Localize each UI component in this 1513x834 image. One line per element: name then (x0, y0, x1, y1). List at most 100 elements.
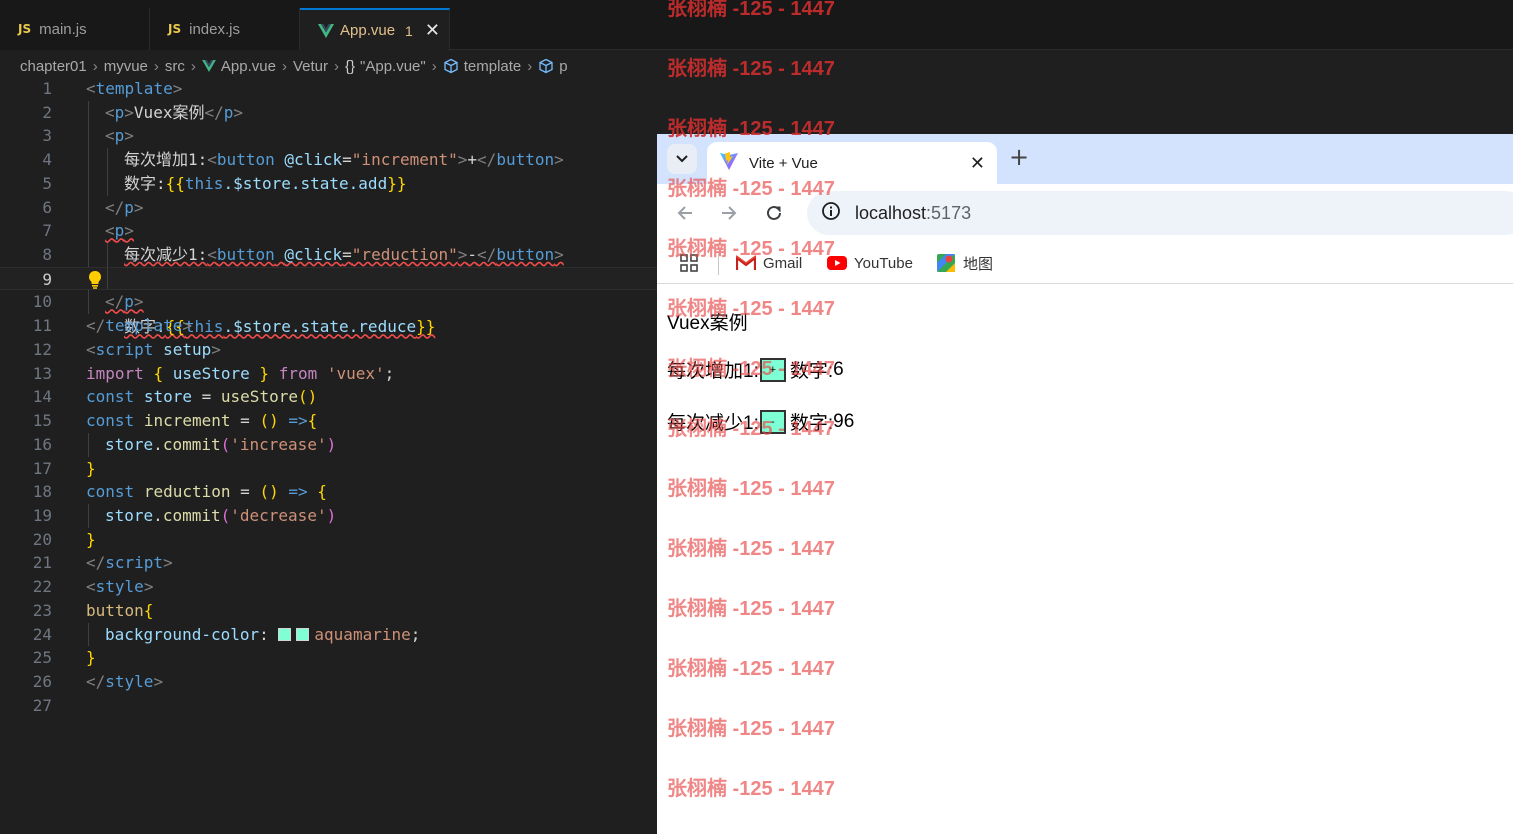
line-number: 11 (32, 316, 52, 336)
line-number: 26 (32, 671, 52, 691)
lightbulb-icon[interactable] (87, 270, 105, 290)
cube-icon (538, 58, 554, 74)
line-number: 17 (32, 458, 52, 478)
decrement-row: 每次减少1: - 数字: 96 (667, 408, 854, 435)
bookmark-label: 地图 (963, 255, 994, 273)
new-tab-button[interactable]: + (1009, 145, 1029, 169)
close-tab-icon[interactable]: ✕ (425, 20, 440, 41)
javascript-file-icon: JS (168, 22, 182, 36)
decrement-count: 96 (833, 410, 855, 432)
code-line: 19 store.commit('decrease') (0, 503, 657, 528)
tab-index-js[interactable]: JS index.js (150, 8, 300, 50)
code-line: 5 数字:{{this.$store.state.add}} (0, 171, 657, 196)
line-number: 5 (42, 173, 52, 193)
cube-icon (443, 58, 459, 74)
bookmarks-divider (718, 253, 719, 275)
line-number: 12 (32, 339, 52, 359)
chevron-right-icon: › (281, 57, 287, 75)
line-number: 1 (42, 79, 52, 98)
browser-tab[interactable]: Vite + Vue ✕ (707, 142, 997, 184)
count-label: 数字: (789, 413, 834, 434)
chevron-down-icon (676, 155, 688, 163)
back-button[interactable] (674, 202, 696, 224)
page-heading: Vuex案例 (667, 313, 748, 334)
line-number: 7 (42, 221, 52, 241)
code-line: 2 <p>Vuex案例</p> (0, 100, 657, 125)
code-line: 13 import { useStore } from 'vuex'; (0, 362, 657, 386)
breadcrumb-item[interactable]: src (165, 58, 185, 75)
tab-search-button[interactable] (667, 144, 697, 174)
line-number: 25 (32, 648, 52, 668)
code-line: 24 background-color: aquamarine; (0, 622, 657, 647)
code-line: 22 <style> (0, 575, 657, 599)
browser-tab-title: Vite + Vue (749, 154, 818, 172)
problem-count-badge: 1 (405, 22, 413, 39)
code-line: 7 <p> (0, 219, 657, 244)
breadcrumb-item[interactable]: App.vue (221, 58, 276, 75)
tab-label: main.js (39, 20, 87, 38)
bookmark-gmail[interactable]: Gmail (736, 251, 802, 275)
decrement-button[interactable]: - (759, 409, 786, 434)
chevron-right-icon: › (431, 57, 437, 75)
bookmark-maps[interactable]: 地图 (936, 251, 993, 275)
code-line: 20} (0, 528, 657, 552)
tab-app-vue[interactable]: App.vue 1 ✕ (300, 8, 450, 51)
tab-label: index.js (189, 20, 240, 38)
line-number: 2 (42, 102, 52, 122)
line-number: 23 (32, 600, 52, 620)
line-number: 10 (32, 292, 52, 312)
code-line: 23 button{ (0, 599, 657, 623)
code-line: 11 </template> (0, 314, 657, 338)
vue-file-icon (318, 23, 334, 38)
reload-button[interactable] (763, 202, 785, 224)
breadcrumb-item[interactable]: "App.vue" (360, 58, 426, 75)
code-line: 27 (0, 694, 657, 718)
vue-file-icon (202, 60, 216, 72)
code-line: 10 </p> (0, 290, 657, 315)
line-number: 21 (32, 553, 52, 573)
site-info-icon[interactable] (821, 201, 841, 226)
increment-button[interactable]: + (759, 357, 786, 382)
code-line: 26 </style> (0, 670, 657, 694)
address-bar[interactable]: localhost:5173 (807, 191, 1513, 235)
browser-tab-strip: Vite + Vue ✕ + (657, 134, 1513, 184)
forward-button[interactable] (718, 202, 740, 224)
increment-count: 6 (833, 358, 844, 380)
tab-main-js[interactable]: JS main.js (0, 8, 150, 50)
code-line: 17} (0, 457, 657, 481)
close-tab-icon[interactable]: ✕ (970, 153, 985, 174)
url-host: localhost (855, 202, 927, 223)
line-number: 4 (42, 150, 52, 170)
chevron-right-icon: › (333, 57, 339, 75)
apps-icon[interactable] (679, 251, 699, 275)
increment-row: 每次增加1: + 数字: 6 (667, 356, 844, 383)
color-swatch[interactable] (296, 627, 310, 641)
breadcrumb-item[interactable]: Vetur (293, 58, 328, 75)
code-area[interactable]: 1 <template> 2 <p>Vuex案例</p> 3 <p> 4 每次增加1:<… (0, 77, 1513, 718)
line-number: 9 (42, 269, 52, 289)
bookmark-label: YouTube (854, 254, 913, 272)
arrow-left-icon (677, 206, 692, 220)
braces-icon: {} (344, 57, 356, 75)
line-number: 13 (32, 363, 52, 383)
javascript-file-icon: JS (18, 22, 32, 36)
line-number: 18 (32, 482, 52, 502)
breadcrumb-item[interactable]: chapter01 (20, 58, 87, 75)
url-port: :5173 (926, 202, 972, 223)
breadcrumb-item[interactable]: template (464, 58, 522, 75)
chevron-right-icon: › (527, 57, 533, 75)
line-number: 19 (32, 505, 52, 525)
bookmark-youtube[interactable]: YouTube (827, 251, 913, 275)
code-line: 12 <script setup> (0, 338, 657, 362)
line-number: 8 (42, 245, 52, 265)
code-line: 6 </p> (0, 195, 657, 220)
line-number: 24 (32, 624, 52, 644)
line-number: 16 (32, 434, 52, 454)
line-number: 3 (42, 126, 52, 146)
code-line: 8 每次减少1:<button @click="reduction">-</but… (0, 243, 657, 267)
breadcrumb-item[interactable]: p (559, 58, 567, 75)
gmail-icon (736, 255, 756, 270)
reload-icon (767, 205, 781, 220)
color-swatch[interactable] (278, 627, 292, 641)
breadcrumb-item[interactable]: myvue (104, 58, 148, 75)
